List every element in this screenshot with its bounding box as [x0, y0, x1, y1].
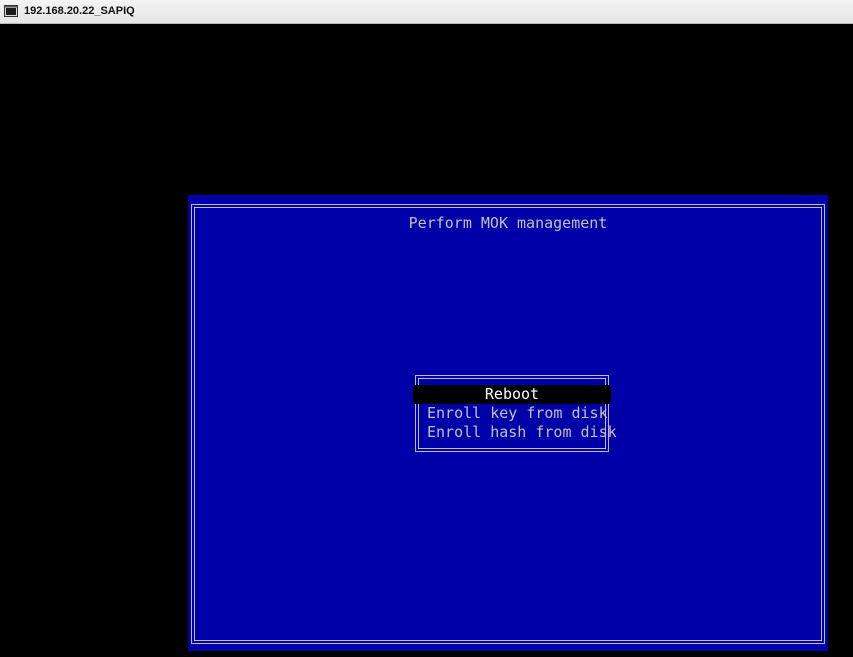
- screen-title: Perform MOK management: [408, 214, 608, 232]
- window-titlebar[interactable]: 192.168.20.22_SAPIQ: [0, 0, 853, 24]
- mok-menu: Reboot Enroll key from disk Enroll hash …: [413, 375, 617, 452]
- window-title: 192.168.20.22_SAPIQ: [24, 5, 135, 17]
- console-window-icon: [4, 5, 18, 17]
- menu-item-enroll-key[interactable]: Enroll key from disk: [427, 404, 608, 423]
- console-display[interactable]: Perform MOK management Reboot Enroll key…: [0, 24, 853, 657]
- remote-console-window: 192.168.20.22_SAPIQ Perform MOK manageme…: [0, 0, 853, 657]
- menu-item-enroll-hash[interactable]: Enroll hash from disk: [427, 423, 617, 442]
- menu-item-reboot[interactable]: Reboot: [413, 385, 611, 404]
- mok-management-screen: Perform MOK management Reboot Enroll key…: [188, 195, 828, 651]
